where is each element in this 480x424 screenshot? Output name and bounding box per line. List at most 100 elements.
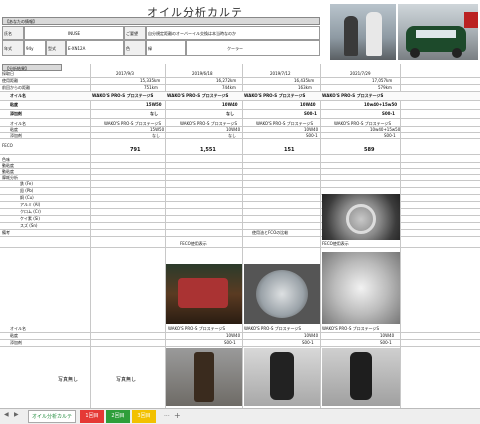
oil-name-label-3: オイル名	[10, 326, 26, 331]
sheet-tab-bar: ◀ ▶ オイル分析カルテ 1回目 2回目 3回目 ... +	[0, 408, 480, 424]
usage-row: 使用距離 15,335km 16,272km 16,435km 17,057km	[0, 78, 480, 85]
tab-third[interactable]: 3回目	[132, 410, 156, 423]
name-value[interactable]: INUSE	[24, 26, 124, 40]
additive-row-3: 添加剤 S00-1 S00-1 S00-1	[0, 340, 480, 347]
additive-row-2: 添加剤 なし なし S00-1 S00-1	[0, 133, 480, 139]
car-photo	[398, 4, 478, 60]
viscosity-row-3: 粘度 10W40 10W40 10W40	[0, 333, 480, 340]
tin-label: スズ (Sn)	[20, 223, 38, 228]
drain-bolt-photo-2	[244, 348, 320, 406]
feco-2: 1,551	[200, 147, 216, 153]
oil-name-1: WAKO'S PRO-S プロステージS	[92, 93, 154, 98]
additive-b4: S00-1	[384, 133, 396, 138]
iron-row: 鉄 (Fe)	[0, 181, 480, 188]
feco-1: 791	[130, 147, 141, 153]
viscosity-label-3: 粘度	[10, 333, 18, 338]
viscosity-1: 15W50	[146, 102, 162, 107]
additive-label-2: 添加剤	[10, 133, 22, 138]
chrome-label: クロム (Cr)	[20, 209, 41, 214]
interval-3: 163km	[298, 85, 312, 90]
viscosity-2: 10W40	[222, 102, 238, 107]
oil-name-2: WAKO'S PRO-S プロステージS	[167, 93, 229, 98]
remarks-row: 備考 使用油とFCOの比較 オイル交換時のコンポ	[0, 230, 480, 237]
oil-name-c3: WAKO'S PRO-S プロステージS	[244, 326, 302, 331]
customer-info-header: 【あなたの情報】	[2, 17, 320, 25]
additive-label-3: 添加剤	[10, 340, 22, 345]
oil-name-row-3: オイル名 WAKO'S PRO-S プロステージS WAKO'S PRO-S プ…	[0, 326, 480, 333]
oil-name-row: オイル名 WAKO'S PRO-S プロステージS WAKO'S PRO-S プ…	[0, 92, 480, 101]
usage-4: 17,057km	[372, 78, 393, 83]
analysis-header: 【分析結果】	[2, 64, 62, 71]
add-sheet-button[interactable]: +	[174, 411, 181, 420]
date-label: 採取日	[2, 71, 14, 76]
viscosity-b2: 10W40	[226, 127, 241, 132]
color-label: 色	[124, 40, 146, 56]
oil-name-4: WAKO'S PRO-S プロステージS	[322, 93, 384, 98]
tab-oil-analysis[interactable]: オイル分析カルテ	[28, 410, 76, 423]
interval-row: 前回からの距離 751km 744km 163km 579km	[0, 85, 480, 92]
photo-caption-2: FECO使用表示	[180, 241, 207, 246]
viscosity-b4: 10w40+15w50	[370, 127, 401, 132]
copper-row: 銅 (Cu)	[0, 195, 480, 202]
oil-name-3: WAKO'S PRO-S プロステージS	[244, 93, 306, 98]
additive-b3: S00-1	[306, 133, 318, 138]
scroll-right-icon[interactable]: ▶	[14, 411, 19, 418]
analysis-grid: 【分析結果】 採取日 2017/9/3 2019/6/18 2019/7/12 …	[0, 64, 480, 408]
chrome-row: クロム (Cr)	[0, 209, 480, 216]
usage-1: 15,335km	[140, 78, 161, 83]
scroll-left-icon[interactable]: ◀	[4, 411, 9, 418]
model-value[interactable]: 94y	[24, 40, 46, 56]
alu-row: アルミ (Al)	[0, 202, 480, 209]
oil-name-c4: WAKO'S PRO-S プロステージS	[322, 326, 380, 331]
oil-name-c2: WAKO'S PRO-S プロステージS	[168, 326, 226, 331]
photo-caption-4: FECO使用表示	[322, 241, 349, 246]
date-1: 2017/9/3	[116, 71, 134, 76]
tab-second[interactable]: 2回目	[106, 410, 130, 423]
additive-b2: なし	[228, 133, 236, 138]
engine-value[interactable]: E-XN12A	[66, 40, 124, 56]
oil-name-label: オイル名	[10, 93, 26, 98]
concern-value[interactable]: 自分規定距離のオーバーイル交換は本当時なのか	[146, 26, 320, 40]
concern-label: ご要望	[124, 26, 146, 40]
feco-row: FECO 791 1,551 151 589	[0, 141, 480, 155]
viscosity-c4: 10W40	[380, 333, 395, 338]
interval-label: 前回からの距離	[2, 85, 30, 90]
interval-4: 579km	[378, 85, 392, 90]
sheet-header: オイル分析カルテ 【あなたの情報】 氏名 INUSE ご要望 自分規定距離のオー…	[0, 0, 480, 64]
caption-cell-3: 使用油とFCOの比較	[252, 230, 289, 235]
name-label: 氏名	[2, 26, 24, 40]
drain-bolt-photo-3	[322, 348, 400, 406]
engine-label: 型式	[46, 40, 66, 56]
silicon-row: ケイ素 (Si)	[0, 216, 480, 223]
owner-photo	[330, 4, 396, 60]
feco-4: 589	[364, 147, 375, 153]
tab-first[interactable]: 1回目	[80, 410, 104, 423]
viscosity-3: 10W40	[300, 102, 316, 107]
lead-row: 鉛 (Pb)	[0, 188, 480, 195]
no-photo-1: 写真無し	[58, 377, 79, 383]
additive-c2: S00-1	[224, 340, 236, 345]
photo-caption-row: FECO使用表示 FECO使用表示	[0, 241, 480, 248]
date-row: 採取日 2017/9/3 2019/6/18 2019/7/12 2021/7/…	[0, 71, 480, 78]
drain-bolt-photo-1	[166, 348, 242, 406]
more-tabs-button[interactable]: ...	[164, 411, 170, 418]
additive-3: S00-1	[304, 111, 317, 116]
color-value[interactable]: 緑	[146, 40, 186, 56]
additive-b1: なし	[152, 133, 160, 138]
additive-2: なし	[226, 111, 234, 116]
lead-label: 鉛 (Pb)	[20, 188, 34, 193]
tin-row: スズ (Sn)	[0, 223, 480, 230]
additive-label: 添加剤	[10, 111, 22, 116]
usage-label: 使用距離	[2, 78, 18, 83]
additive-4: S00-1	[382, 111, 395, 116]
filter-photo	[322, 194, 400, 240]
viscosity-b1: 15W50	[150, 127, 165, 132]
cooler-field[interactable]: クーラー	[186, 40, 320, 56]
no-photo-2: 写真無し	[116, 377, 137, 383]
alu-label: アルミ (Al)	[20, 202, 41, 207]
date-4: 2021/7/29	[350, 71, 371, 76]
date-3: 2019/7/12	[270, 71, 291, 76]
viscosity-row: 粘度 15W50 10W40 10W40 10w40+15w50	[0, 101, 480, 110]
additive-c3: S00-1	[302, 340, 314, 345]
model-label: 年式	[2, 40, 24, 56]
